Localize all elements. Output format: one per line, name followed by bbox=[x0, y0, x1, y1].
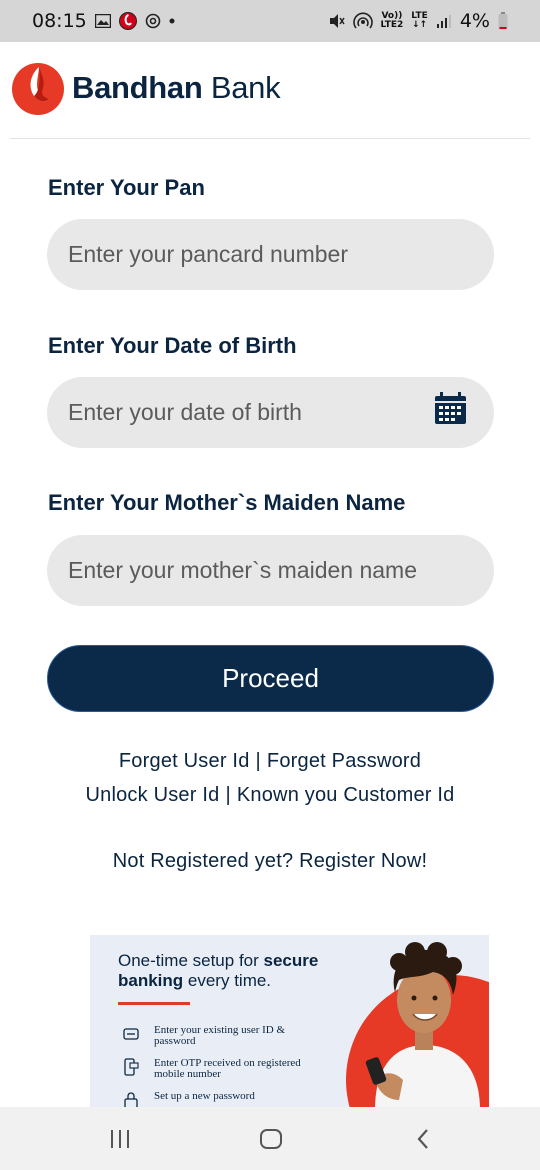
header-divider bbox=[10, 138, 530, 139]
pan-label: Enter Your Pan bbox=[48, 175, 205, 200]
system-nav-bar bbox=[0, 1107, 540, 1170]
promo-title: One-time setup for secure banking every t… bbox=[118, 951, 318, 991]
promo-step-text: Enter OTP received on registered mobile … bbox=[154, 1057, 301, 1080]
link-separator: | bbox=[255, 750, 261, 772]
promo-title-part2: every time. bbox=[183, 971, 272, 990]
forget-password-link[interactable]: Forget Password bbox=[267, 750, 421, 772]
gallery-icon bbox=[94, 14, 111, 28]
register-row: Not Registered yet? Register Now! bbox=[0, 850, 540, 873]
hotspot-icon bbox=[352, 12, 373, 30]
maiden-name-label: Enter Your Mother`s Maiden Name bbox=[48, 490, 406, 515]
mute-icon bbox=[327, 12, 345, 30]
unlock-user-id-link[interactable]: Unlock User Id bbox=[86, 784, 220, 806]
brand-name-rest: Bank bbox=[202, 70, 281, 105]
promo-person-image bbox=[365, 942, 480, 1107]
register-now-link[interactable]: Register Now! bbox=[299, 850, 427, 872]
promo-step-text: Enter your existing user ID & password bbox=[154, 1024, 286, 1047]
promo-step: Enter your existing user ID & password bbox=[122, 1025, 304, 1047]
status-bar: 08:15 Vo)) LTE2 LTE ↓↑ 4% bbox=[0, 0, 540, 42]
volte-sub-label: LTE2 bbox=[380, 20, 404, 30]
promo-underline bbox=[118, 1002, 190, 1005]
unlock-links-row: Unlock User Id | Known you Customer Id bbox=[0, 784, 540, 807]
status-right: Vo)) LTE2 LTE ↓↑ 4% bbox=[327, 10, 509, 32]
promo-banner[interactable]: One-time setup for secure banking every t… bbox=[90, 935, 489, 1107]
bandhan-logo-icon bbox=[12, 63, 64, 115]
forget-user-id-link[interactable]: Forget User Id bbox=[119, 750, 250, 772]
lte-label: LTE bbox=[411, 11, 428, 21]
brand-name-bold: Bandhan bbox=[72, 70, 203, 105]
status-time: 08:15 bbox=[32, 10, 87, 32]
promo-title-bold1: secure bbox=[263, 951, 319, 970]
maiden-name-input[interactable] bbox=[47, 535, 494, 606]
battery-icon bbox=[498, 12, 508, 30]
vodafone-icon bbox=[118, 12, 137, 30]
link-separator: | bbox=[225, 784, 231, 806]
recent-apps-icon[interactable] bbox=[105, 1124, 135, 1154]
home-icon[interactable] bbox=[256, 1124, 286, 1154]
password-entry-icon bbox=[123, 1028, 139, 1040]
proceed-button[interactable]: Proceed bbox=[47, 645, 494, 712]
calendar-icon[interactable] bbox=[434, 392, 467, 425]
mobile-otp-icon bbox=[124, 1058, 139, 1076]
battery-percent: 4% bbox=[459, 10, 490, 32]
not-registered-text: Not Registered yet? bbox=[112, 850, 294, 872]
dob-input[interactable] bbox=[47, 377, 494, 448]
dob-label: Enter Your Date of Birth bbox=[48, 333, 297, 358]
lock-icon bbox=[124, 1092, 138, 1107]
promo-step: Enter OTP received on registered mobile … bbox=[122, 1058, 304, 1080]
promo-title-bold2: banking bbox=[118, 971, 184, 990]
dot-icon bbox=[169, 18, 175, 24]
forget-links-row: Forget User Id | Forget Password bbox=[0, 750, 540, 773]
known-customer-id-link[interactable]: Known you Customer Id bbox=[237, 784, 455, 806]
promo-step: Set up a new password bbox=[122, 1091, 304, 1107]
volte-icon: Vo)) LTE2 bbox=[381, 12, 404, 30]
promo-title-part1: One-time setup for bbox=[118, 951, 264, 970]
lte-icon: LTE ↓↑ bbox=[411, 11, 428, 30]
promo-step-text: Set up a new password bbox=[154, 1090, 255, 1102]
pan-input[interactable] bbox=[47, 219, 494, 290]
signal-icon bbox=[436, 13, 452, 29]
status-left: 08:15 bbox=[32, 10, 175, 32]
sync-icon bbox=[145, 13, 161, 29]
app-header: Bandhan Bank bbox=[0, 42, 540, 139]
back-icon[interactable] bbox=[408, 1124, 438, 1154]
brand-name: Bandhan Bank bbox=[72, 70, 281, 106]
